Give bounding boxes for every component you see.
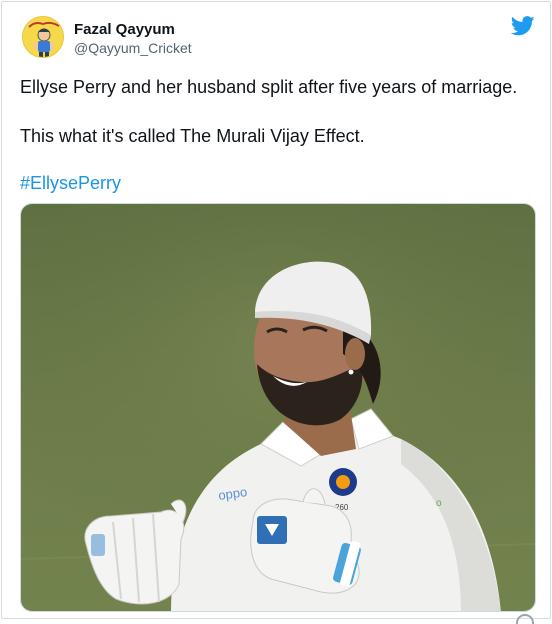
twitter-bird-icon[interactable] [511, 16, 535, 36]
hashtag-link[interactable]: #EllysePerry [20, 172, 121, 194]
svg-text:o: o [436, 498, 442, 509]
avatar-icon [23, 17, 63, 57]
corner-decoration [516, 614, 534, 624]
tweet-text-line-2: This what it's called The Murali Vijay E… [20, 126, 365, 146]
author-handle[interactable]: @Qayyum_Cricket [74, 40, 192, 56]
tweet-text-line-1: Ellyse Perry and her husband split after… [20, 77, 518, 97]
tweet-media-photo[interactable]: 260 oppo o [20, 203, 536, 612]
author-name[interactable]: Fazal Qayyum [74, 21, 175, 38]
author-avatar[interactable] [22, 16, 64, 58]
cricketer-photo: 260 oppo o [21, 204, 535, 611]
tweet-card[interactable]: Fazal Qayyum @Qayyum_Cricket Ellyse Perr… [1, 1, 551, 624]
